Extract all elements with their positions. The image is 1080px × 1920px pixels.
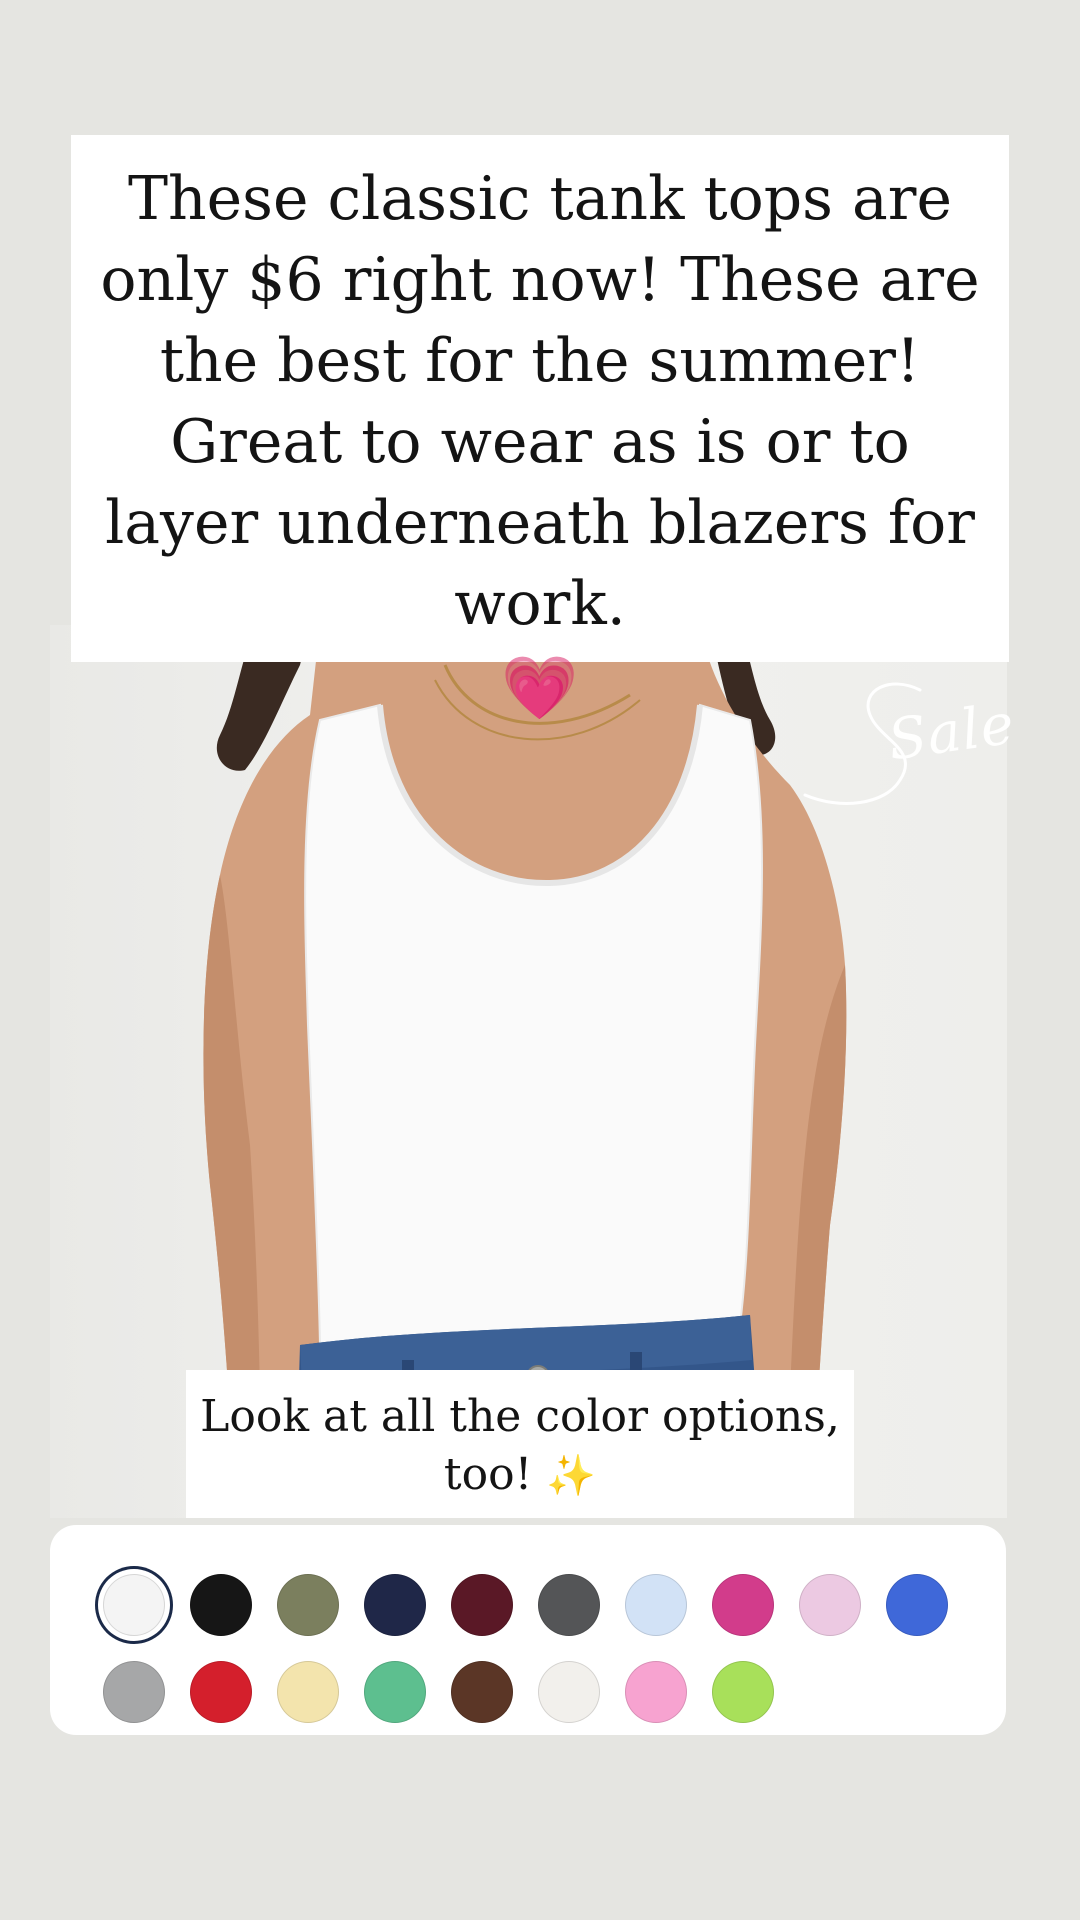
caption-top-text: These classic tank tops are only $6 righ… bbox=[100, 164, 980, 639]
color-swatch[interactable] bbox=[190, 1574, 252, 1636]
caption-bottom-line2-text: too! bbox=[443, 1449, 533, 1500]
color-swatch[interactable] bbox=[103, 1574, 165, 1636]
color-swatch[interactable] bbox=[712, 1574, 774, 1636]
color-swatch[interactable] bbox=[799, 1574, 861, 1636]
color-swatch[interactable] bbox=[364, 1574, 426, 1636]
caption-bottom-card: Look at all the color options, too! ✨ bbox=[186, 1370, 854, 1518]
color-swatch[interactable] bbox=[712, 1661, 774, 1723]
color-swatch[interactable] bbox=[451, 1661, 513, 1723]
color-swatch[interactable] bbox=[886, 1574, 948, 1636]
pink-heart-icon: 💗 bbox=[501, 651, 579, 724]
color-swatch[interactable] bbox=[538, 1574, 600, 1636]
color-swatch[interactable] bbox=[277, 1574, 339, 1636]
color-swatch-panel bbox=[50, 1525, 1006, 1735]
story-screen: Sale These classic tank tops are only $6… bbox=[0, 0, 1080, 1920]
color-swatch[interactable] bbox=[625, 1574, 687, 1636]
color-swatch[interactable] bbox=[364, 1661, 426, 1723]
sparkles-icon: ✨ bbox=[546, 1453, 597, 1499]
color-swatch[interactable] bbox=[277, 1661, 339, 1723]
color-swatch[interactable] bbox=[625, 1661, 687, 1723]
color-swatch[interactable] bbox=[190, 1661, 252, 1723]
color-swatch[interactable] bbox=[538, 1661, 600, 1723]
caption-top-card: These classic tank tops are only $6 righ… bbox=[71, 135, 1009, 724]
color-swatch[interactable] bbox=[451, 1574, 513, 1636]
caption-bottom-line1: Look at all the color options, bbox=[200, 1391, 840, 1442]
caption-bottom-line2: too! ✨ bbox=[186, 1446, 854, 1505]
color-swatch[interactable] bbox=[103, 1661, 165, 1723]
